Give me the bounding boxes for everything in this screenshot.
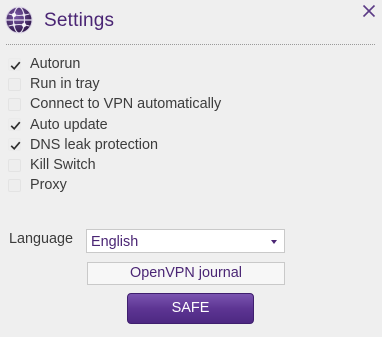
close-icon[interactable] bbox=[361, 3, 377, 19]
option-run-in-tray[interactable]: Run in tray bbox=[8, 74, 221, 94]
option-label: Autorun bbox=[30, 56, 81, 73]
option-auto-update[interactable]: Auto update bbox=[8, 115, 221, 135]
option-proxy[interactable]: Proxy bbox=[8, 175, 221, 195]
divider bbox=[6, 44, 375, 45]
option-connect-vpn-automatically[interactable]: Connect to VPN automatically bbox=[8, 94, 221, 114]
check-icon bbox=[10, 121, 21, 131]
openvpn-journal-button[interactable]: OpenVPN journal bbox=[87, 262, 285, 285]
options-list: Autorun Run in tray Connect to VPN autom… bbox=[8, 54, 221, 195]
option-kill-switch[interactable]: Kill Switch bbox=[8, 155, 221, 175]
option-label: Run in tray bbox=[30, 76, 100, 93]
globe-logo-icon bbox=[5, 6, 33, 34]
check-icon bbox=[10, 141, 21, 151]
check-icon bbox=[10, 61, 21, 70]
option-dns-leak-protection[interactable]: DNS leak protection bbox=[8, 135, 221, 155]
checkbox[interactable] bbox=[8, 138, 21, 152]
language-label: Language bbox=[9, 231, 74, 247]
option-label: Kill Switch bbox=[30, 157, 96, 174]
checkbox[interactable] bbox=[8, 178, 21, 192]
checkbox[interactable] bbox=[8, 57, 21, 71]
page-title: Settings bbox=[44, 10, 115, 31]
chevron-down-icon bbox=[271, 240, 277, 244]
option-label: DNS leak protection bbox=[30, 136, 158, 153]
checkbox[interactable] bbox=[8, 77, 21, 91]
header: Settings bbox=[0, 0, 382, 40]
checkbox[interactable] bbox=[8, 97, 21, 111]
checkbox[interactable] bbox=[8, 158, 21, 172]
option-label: Auto update bbox=[30, 116, 108, 133]
option-label: Connect to VPN automatically bbox=[30, 96, 222, 113]
option-autorun[interactable]: Autorun bbox=[8, 54, 221, 74]
language-select[interactable]: English bbox=[86, 229, 285, 253]
checkbox[interactable] bbox=[8, 118, 21, 132]
language-select-value: English bbox=[91, 234, 139, 250]
option-label: Proxy bbox=[30, 177, 67, 194]
save-button[interactable]: SAFE bbox=[127, 293, 254, 324]
